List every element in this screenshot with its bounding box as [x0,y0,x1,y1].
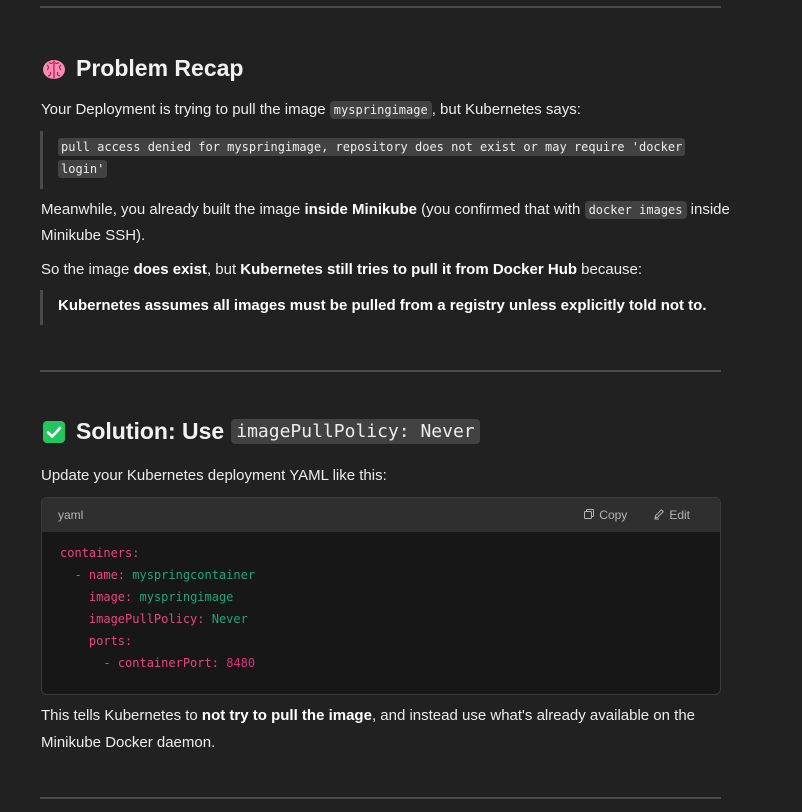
code-header: yaml Copy Edit [42,498,720,532]
meanwhile-paragraph: Meanwhile, you already built the image i… [41,201,730,244]
code-language: yaml [58,508,84,522]
code-line: containers: [60,546,140,560]
code-line: image: myspringimage [88,590,234,604]
solution-title-code: imagePullPolicy: Never [231,419,480,444]
divider-bottom [40,797,721,799]
code-actions: Copy Edit [583,498,690,532]
recap-intro: Your Deployment is trying to pull the im… [41,101,581,119]
edit-button[interactable]: Edit [653,508,690,523]
solution-intro: Update your Kubernetes deployment YAML l… [41,467,387,484]
error-blockquote: pull access denied for myspringimage, re… [40,131,688,189]
so-paragraph: So the image does exist, but Kubernetes … [41,261,643,278]
yaml-code-block: yaml Copy Edit containers: - name: myspr… [41,497,721,695]
edit-icon [653,508,665,523]
copy-icon [583,508,595,523]
assumption-blockquote: Kubernetes assumes all images must be pu… [40,290,707,325]
code-line: - name: myspringcontainer [74,568,256,582]
code-body: containers: - name: myspringcontainer im… [42,532,720,684]
problem-recap-title: Problem Recap [76,55,244,81]
solution-outro: This tells Kubernetes to not try to pull… [41,707,696,751]
docker-images-code: docker images [584,201,687,219]
check-box-icon [42,420,66,444]
assumption-text: Kubernetes assumes all images must be pu… [58,297,707,314]
divider-top [40,6,721,8]
code-line: ports: [88,634,133,648]
error-message: pull access denied for myspringimage, re… [58,131,688,180]
solution-heading: Solution: Use imagePullPolicy: Never [42,418,480,445]
divider-middle [40,370,721,372]
brain-icon [42,57,66,81]
image-name-code: myspringimage [329,101,432,119]
problem-recap-heading: Problem Recap [42,55,243,82]
solution-title: Solution: Use [76,418,225,444]
copy-button[interactable]: Copy [583,508,627,523]
code-line: imagePullPolicy: Never [88,612,248,626]
code-line: - containerPort: 8480 [103,656,256,670]
